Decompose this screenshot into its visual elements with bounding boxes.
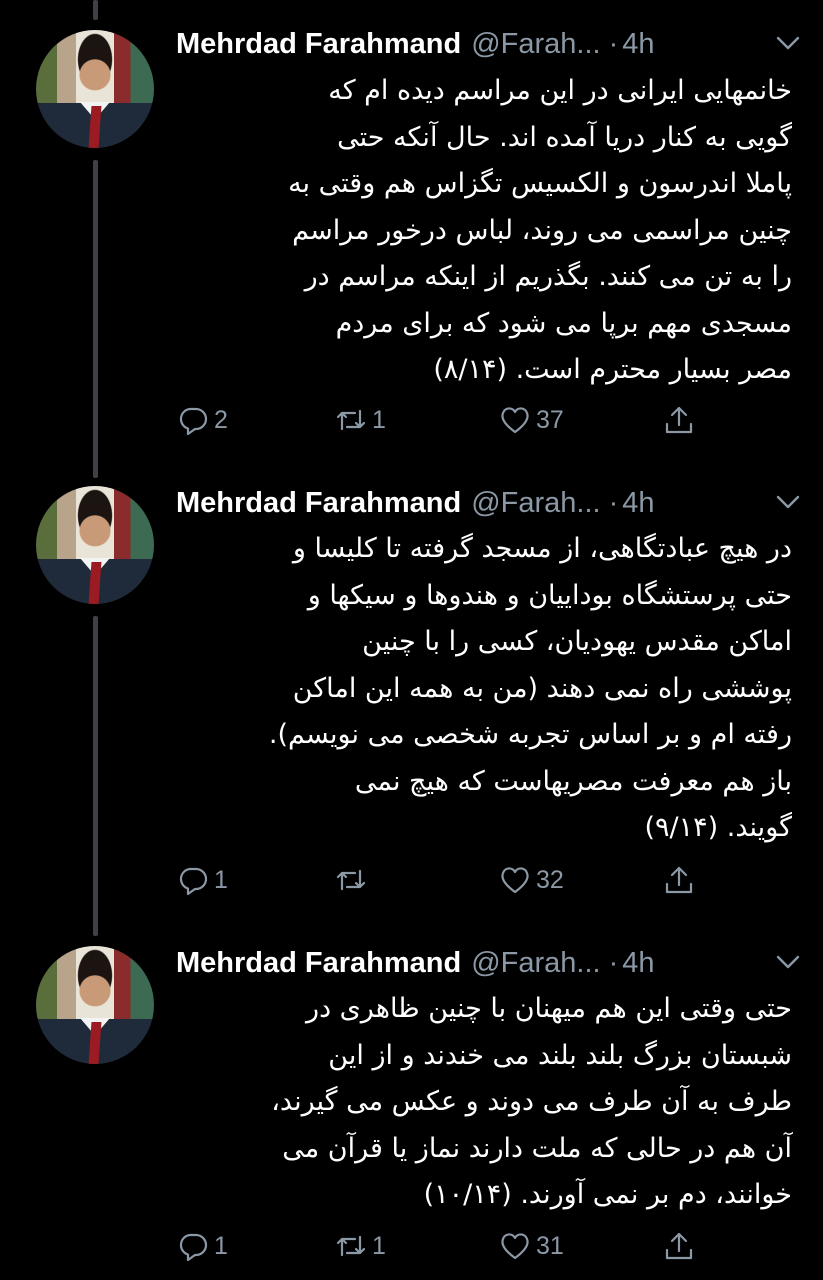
like-count: 32 xyxy=(536,865,564,894)
tweet-text-line: حتی پرستشگاه بوداییان و هندوها و سیکها و xyxy=(307,579,792,611)
share-button[interactable] xyxy=(662,400,696,440)
user-handle[interactable]: @Farah... xyxy=(471,947,600,980)
tweet-text-line: اماکن مقدس یهودیان، کسی را با چنین xyxy=(362,626,792,657)
separator-dot: · xyxy=(608,946,619,979)
reply-button[interactable]: 1 xyxy=(176,860,228,900)
tweet-header: Mehrdad Farahmand @Farah... · 4h xyxy=(176,943,801,983)
retweet-button[interactable]: 1 xyxy=(334,1226,386,1266)
tweet-actions: 2 1 37 xyxy=(176,400,736,440)
tweet-text-line: باز هم معرفت مصریهاست که هیچ نمی xyxy=(354,765,792,797)
reply-count: 1 xyxy=(214,1231,228,1260)
tweet-text-line: طرف به آن طرف می دوند و عکس می گیرند، xyxy=(271,1086,792,1117)
tweet-text-line: گویند. (۹/۱۴) xyxy=(644,812,793,843)
separator-dot: · xyxy=(608,27,619,60)
reply-icon xyxy=(179,407,208,436)
like-count: 31 xyxy=(536,1231,564,1260)
tweet[interactable]: Mehrdad Farahmand @Farah... · 4h در هیچ … xyxy=(0,460,823,920)
tweet-text-line: آن هم در حالی که ملت دارند نماز یا قرآن … xyxy=(282,1132,792,1164)
share-icon xyxy=(665,1232,693,1260)
chevron-down-icon[interactable] xyxy=(775,951,801,973)
retweet-icon xyxy=(336,869,366,891)
reply-button[interactable]: 2 xyxy=(176,400,228,440)
tweet-text-line: رفته ام و بر اساس تجربه شخصی می نویسم). xyxy=(268,719,792,750)
reply-button[interactable]: 1 xyxy=(176,1226,228,1266)
share-button[interactable] xyxy=(662,860,696,900)
reply-count: 1 xyxy=(214,865,228,894)
heart-icon xyxy=(501,1233,529,1260)
share-icon xyxy=(665,406,693,434)
tweet-text-line: خانمهایی ایرانی در این مراسم دیده ام که xyxy=(328,75,792,106)
retweet-button[interactable] xyxy=(334,860,372,900)
tweet[interactable]: Mehrdad Farahmand @Farah... · 4h حتی وقت… xyxy=(0,920,823,1280)
tweet[interactable]: Mehrdad Farahmand @Farah... · 4h خانمهای… xyxy=(0,0,823,460)
reply-icon xyxy=(179,1233,208,1262)
like-button[interactable]: 37 xyxy=(498,400,564,440)
like-button[interactable]: 31 xyxy=(498,1226,564,1266)
tweet-text-line: شبستان بزرگ بلند بلند می خندند و از این xyxy=(328,1039,792,1071)
tweet-actions: 1 32 xyxy=(176,860,736,900)
tweet-text: حتی وقتی این هم میهنان با چنین ظاهری در … xyxy=(176,986,792,1219)
timestamp[interactable]: 4h xyxy=(622,487,654,520)
tweet-text-line: خوانند، دم بر نمی آورند. (۱۰/۱۴) xyxy=(423,1179,792,1210)
share-icon xyxy=(665,866,693,894)
tweet-text-line: حتی وقتی این هم میهنان با چنین ظاهری در xyxy=(306,993,792,1024)
display-name[interactable]: Mehrdad Farahmand xyxy=(176,28,461,61)
heart-icon xyxy=(501,867,529,894)
tweet-text-line: پاملا اندرسون و الکسیس تگزاس هم وقتی به xyxy=(288,168,792,199)
retweet-icon xyxy=(336,409,366,431)
tweet-header: Mehrdad Farahmand @Farah... · 4h xyxy=(176,483,801,523)
chevron-down-icon[interactable] xyxy=(775,32,801,54)
user-handle[interactable]: @Farah... xyxy=(471,487,600,520)
tweet-actions: 1 1 31 xyxy=(176,1226,736,1266)
retweet-button[interactable]: 1 xyxy=(334,400,386,440)
like-button[interactable]: 32 xyxy=(498,860,564,900)
tweet-text: خانمهایی ایرانی در این مراسم دیده ام که … xyxy=(176,68,792,394)
timestamp[interactable]: 4h xyxy=(622,28,654,61)
retweet-icon xyxy=(336,1235,366,1257)
tweet-text-line: گویی به کنار دریا آمده اند. حال آنکه حتی xyxy=(337,121,792,153)
avatar[interactable] xyxy=(36,946,154,1064)
reply-icon xyxy=(179,867,208,896)
retweet-count: 1 xyxy=(372,1231,386,1260)
tweet-header: Mehrdad Farahmand @Farah... · 4h xyxy=(176,24,801,64)
like-count: 37 xyxy=(536,405,564,434)
timestamp[interactable]: 4h xyxy=(622,947,654,980)
heart-icon xyxy=(501,407,529,434)
user-handle[interactable]: @Farah... xyxy=(471,28,600,61)
reply-count: 2 xyxy=(214,405,228,434)
avatar[interactable] xyxy=(36,30,154,148)
tweet-text-line: در هیچ عبادتگاهی، از مسجد گرفته تا کلیسا… xyxy=(292,533,792,564)
share-button[interactable] xyxy=(662,1226,696,1266)
avatar[interactable] xyxy=(36,486,154,604)
tweet-text-line: مسجدی مهم برپا می شود که برای مردم xyxy=(335,307,792,339)
retweet-count: 1 xyxy=(372,405,386,434)
tweet-text-line: مصر بسیار محترم است. (۸/۱۴) xyxy=(433,354,792,385)
tweet-text-line: را به تن می کنند. بگذریم از اینکه مراسم … xyxy=(304,261,792,292)
separator-dot: · xyxy=(608,486,619,519)
display-name[interactable]: Mehrdad Farahmand xyxy=(176,487,461,520)
tweet-text-line: چنین مراسمی می روند، لباس درخور مراسم xyxy=(292,214,792,246)
tweet-text-line: پوششی راه نمی دهند (من به همه این اماکن xyxy=(292,672,792,704)
display-name[interactable]: Mehrdad Farahmand xyxy=(176,947,461,980)
chevron-down-icon[interactable] xyxy=(775,491,801,513)
tweet-text: در هیچ عبادتگاهی، از مسجد گرفته تا کلیسا… xyxy=(176,526,792,852)
